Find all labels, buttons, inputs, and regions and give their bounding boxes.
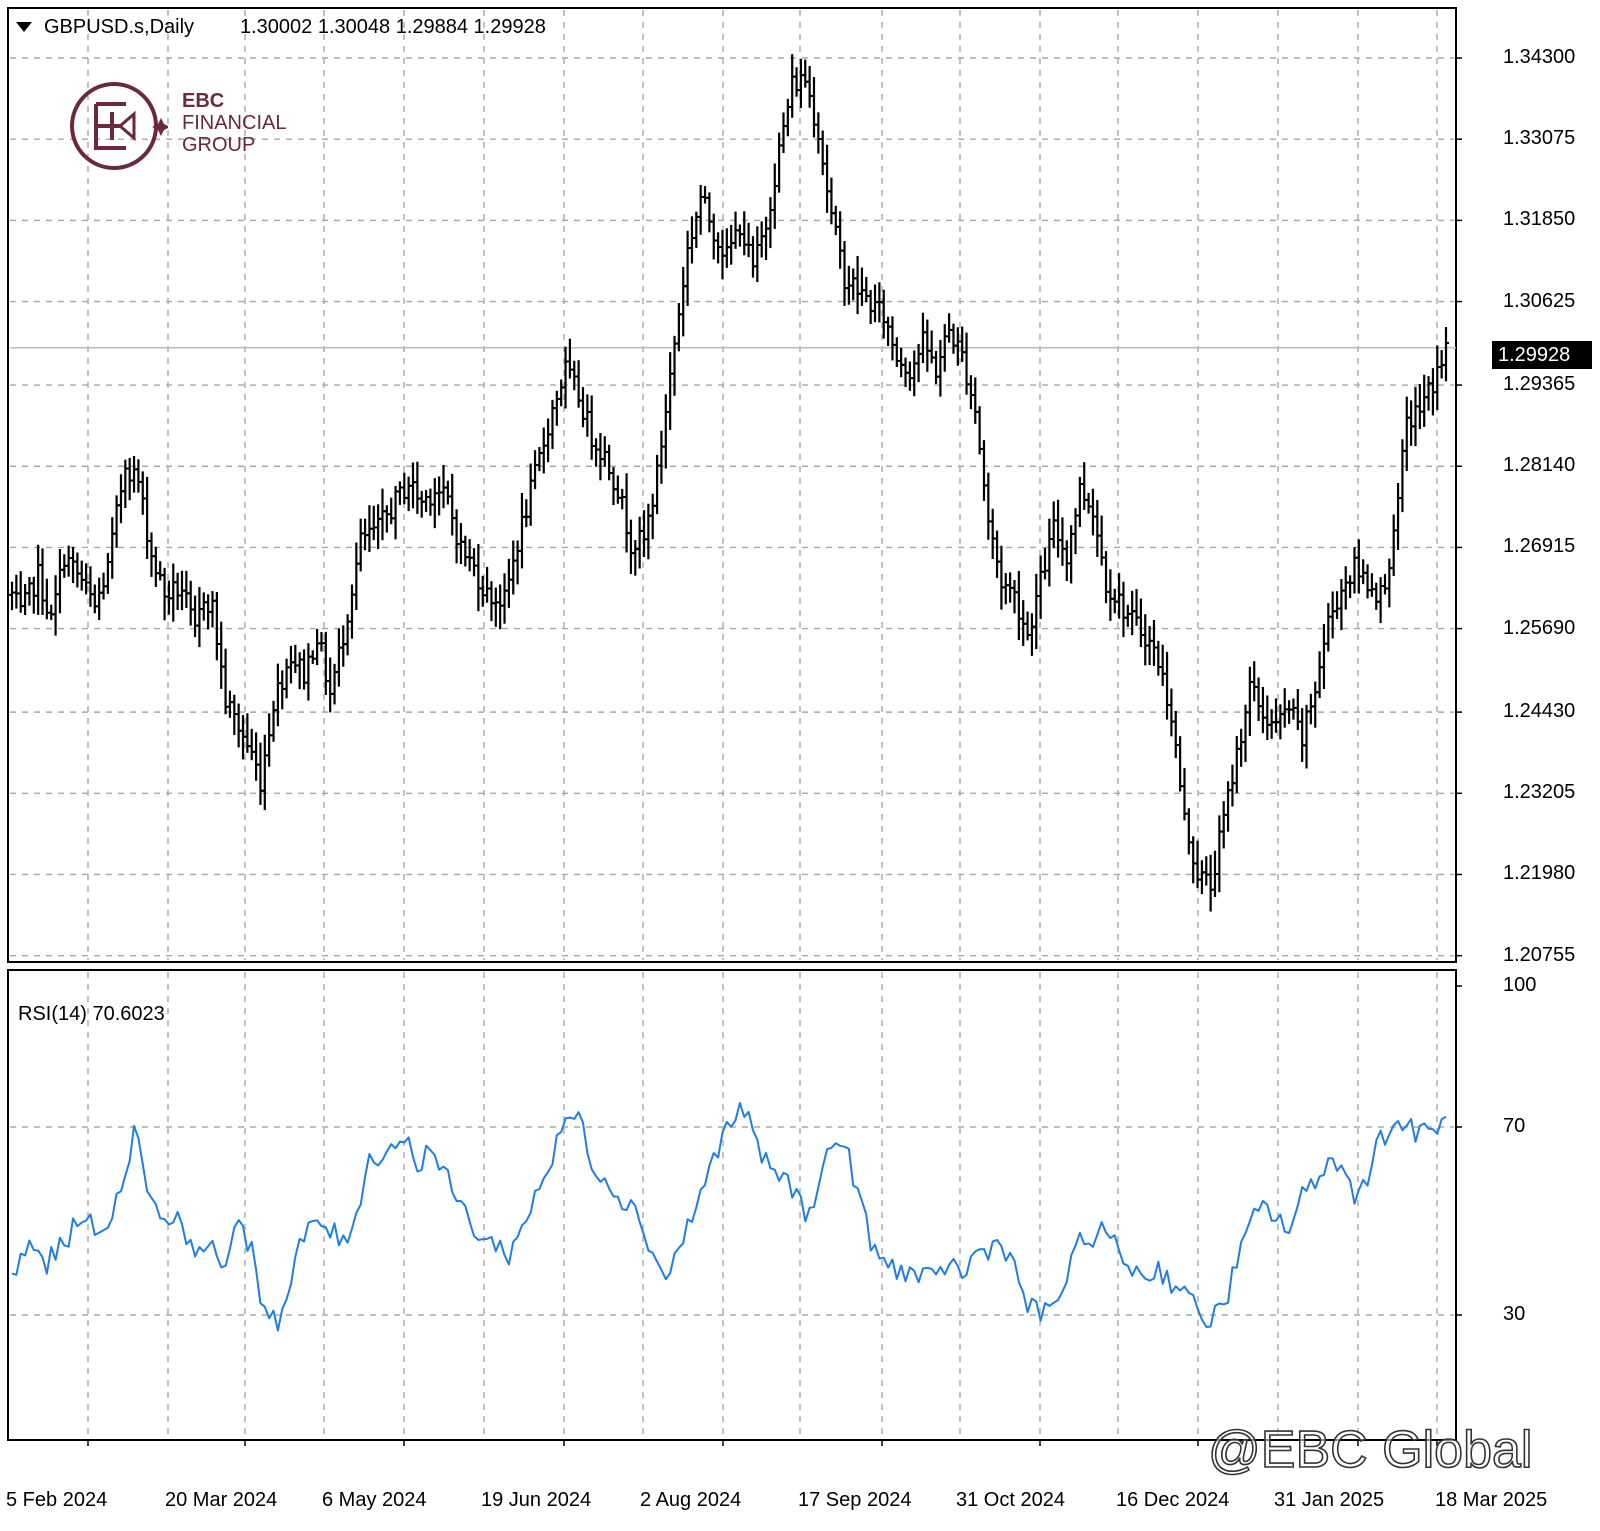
- logo-text-line1: EBC: [182, 90, 225, 112]
- price-tick-label: 1.33075: [1503, 127, 1576, 150]
- watermark-text: @EBC Global: [1207, 1420, 1533, 1480]
- x-tick-label: 2 Aug 2024: [640, 1489, 742, 1511]
- price-tick-label: 1.23205: [1503, 781, 1576, 804]
- price-tick-label: 1.34300: [1503, 46, 1576, 68]
- dropdown-triangle[interactable]: [16, 17, 32, 40]
- rsi-panel-frame: [7, 969, 1457, 1441]
- rsi-tick-label: 30: [1503, 1303, 1526, 1325]
- ebc-logo: EBC FINANCIAL GROUP: [68, 78, 298, 174]
- logo-text-line3: GROUP: [182, 134, 256, 156]
- price-tick-label: 1.21980: [1503, 862, 1576, 885]
- x-tick-label: 20 Mar 2024: [165, 1489, 278, 1511]
- rsi-tick-label: 100: [1503, 974, 1537, 996]
- logo-text-line2: FINANCIAL: [182, 112, 287, 134]
- triangle-down-icon[interactable]: [16, 22, 32, 34]
- rsi-line: [11, 1102, 1447, 1332]
- x-tick-label: 5 Feb 2024: [6, 1489, 108, 1511]
- price-tick-label: 1.26915: [1503, 535, 1576, 558]
- x-tick-label: 19 Jun 2024: [481, 1489, 592, 1511]
- x-tick-label: 31 Oct 2024: [956, 1489, 1065, 1511]
- x-tick-label: 16 Dec 2024: [1116, 1489, 1230, 1511]
- current-price-box: 1.29928: [1492, 341, 1592, 369]
- ebc-logo-mark-icon: [70, 82, 168, 170]
- x-tick-label: 18 Mar 2025: [1435, 1489, 1548, 1511]
- price-tick-label: 1.31850: [1503, 208, 1576, 231]
- price-tick-label: 1.24430: [1503, 700, 1576, 723]
- ohlc-readout: 1.30002 1.30048 1.29884 1.29928: [240, 16, 546, 38]
- rsi-title: RSI(14) 70.6023: [18, 1003, 165, 1025]
- chart-svg: [7, 7, 1462, 1446]
- price-tick-label: 1.25690: [1503, 616, 1576, 639]
- x-tick-label: 6 May 2024: [322, 1489, 427, 1511]
- price-tick-label: 1.20755: [1503, 943, 1576, 966]
- price-tick-label: 1.28140: [1503, 454, 1576, 477]
- symbol-label: GBPUSD.s,Daily: [44, 16, 195, 38]
- price-tick-label: 1.30625: [1503, 289, 1576, 312]
- rsi-tick-label: 70: [1503, 1115, 1526, 1137]
- x-tick-label: 31 Jan 2025: [1274, 1489, 1385, 1511]
- price-tick-label: 1.29365: [1503, 373, 1576, 396]
- chart-root: GBPUSD.s,Daily 1.30002 1.30048 1.29884 1…: [0, 0, 1600, 1526]
- x-tick-label: 17 Sep 2024: [798, 1489, 912, 1511]
